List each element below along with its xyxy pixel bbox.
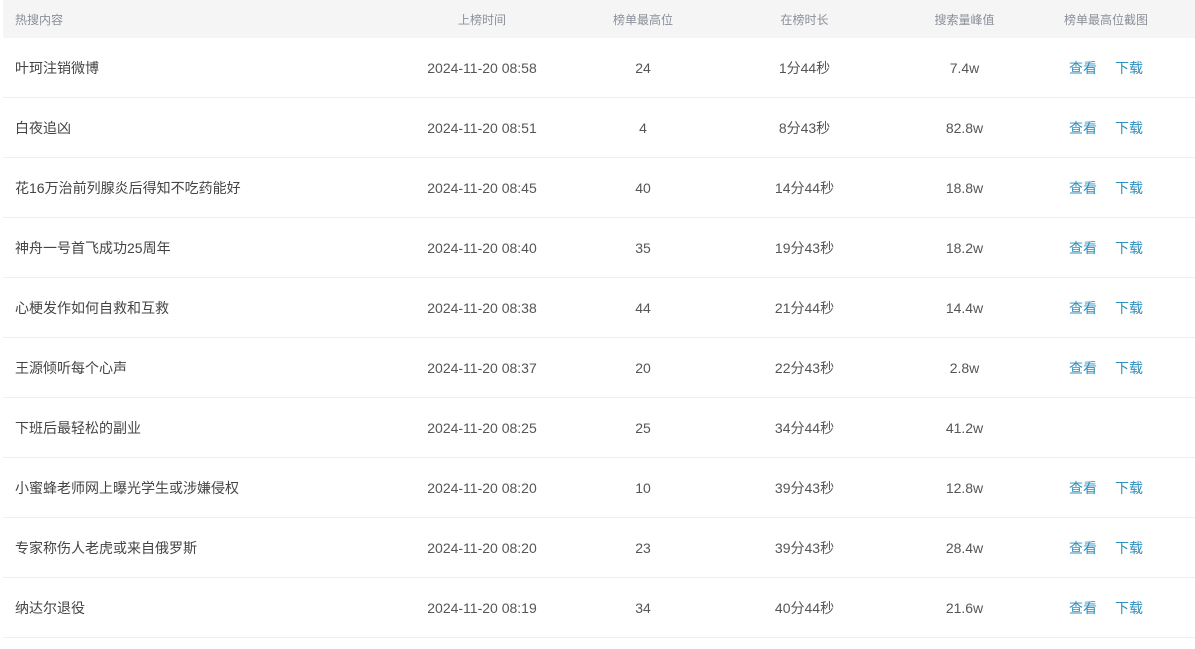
view-link[interactable]: 查看 [1069,118,1097,138]
row-title: 小蜜蜂老师网上曝光学生或涉嫌侵权 [15,479,239,496]
row-actions: 查看 下载 [1017,538,1195,558]
row-title: 心梗发作如何自救和互救 [15,299,169,316]
row-peak: 18.2w [945,239,984,256]
row-duration: 19分43秒 [774,239,835,256]
row-actions: 查看 下载 [1017,238,1195,258]
row-title: 专家称伤人老虎或来自俄罗斯 [15,539,197,556]
table-row: 王源倾听每个心声 2024-11-20 08:37 20 22分43秒 2.8w… [3,338,1195,398]
view-link[interactable]: 查看 [1069,238,1097,258]
row-peak: 7.4w [949,59,980,76]
row-peak: 12.8w [945,479,984,496]
row-actions: 查看 下载 [1017,178,1195,198]
row-actions: 查看 下载 [1017,478,1195,498]
header-rank: 榜单最高位 [612,12,673,27]
view-link[interactable]: 查看 [1069,478,1097,498]
row-rank: 34 [635,599,651,616]
download-link[interactable]: 下载 [1115,298,1143,318]
view-link[interactable]: 查看 [1069,298,1097,318]
row-rank: 35 [635,239,651,256]
row-actions: 查看 下载 [1017,298,1195,318]
table-row: 下班后最轻松的副业 2024-11-20 08:25 25 34分44秒 41.… [3,398,1195,458]
table-row: 神舟一号首飞成功25周年 2024-11-20 08:40 35 19分43秒 … [3,218,1195,278]
row-rank: 24 [635,59,651,76]
row-actions: 查看 下载 [1017,118,1195,138]
row-time: 2024-11-20 08:20 [427,539,537,556]
row-title: 王源倾听每个心声 [15,359,127,376]
row-time: 2024-11-20 08:40 [427,239,537,256]
row-duration: 1分44秒 [778,59,831,76]
row-title: 神舟一号首飞成功25周年 [15,239,171,256]
header-title: 热搜内容 [15,12,64,27]
row-peak: 14.4w [945,299,984,316]
download-link[interactable]: 下载 [1115,538,1143,558]
view-link[interactable]: 查看 [1069,178,1097,198]
row-rank: 4 [639,119,647,136]
row-time: 2024-11-20 08:37 [427,359,537,376]
row-actions: 查看 下载 [1017,358,1195,378]
row-peak: 2.8w [949,359,980,376]
row-title: 叶珂注销微博 [15,59,99,76]
download-link[interactable]: 下载 [1115,598,1143,618]
row-actions: 查看 下载 [1017,58,1195,78]
row-peak: 41.2w [945,419,984,436]
row-title: 花16万治前列腺炎后得知不吃药能好 [15,179,241,196]
download-link[interactable]: 下载 [1115,478,1143,498]
row-time: 2024-11-20 08:20 [427,479,537,496]
view-link[interactable]: 查看 [1069,58,1097,78]
download-link[interactable]: 下载 [1115,238,1143,258]
table-row: 白夜追凶 2024-11-20 08:51 4 8分43秒 82.8w 查看 下载 [3,98,1195,158]
download-link[interactable]: 下载 [1115,58,1143,78]
row-rank: 25 [635,419,651,436]
row-duration: 39分43秒 [774,539,835,556]
row-time: 2024-11-20 08:51 [427,119,537,136]
download-link[interactable]: 下载 [1115,178,1143,198]
table-row: 心梗发作如何自救和互救 2024-11-20 08:38 44 21分44秒 1… [3,278,1195,338]
header-duration: 在榜时长 [780,12,829,27]
row-rank: 44 [635,299,651,316]
table-row: 纳达尔退役 2024-11-20 08:19 34 40分44秒 21.6w 查… [3,578,1195,638]
row-title: 白夜追凶 [15,119,71,136]
header-peak: 搜索量峰值 [934,12,995,27]
view-link[interactable]: 查看 [1069,598,1097,618]
row-duration: 22分43秒 [774,359,835,376]
row-rank: 10 [635,479,651,496]
view-link[interactable]: 查看 [1069,538,1097,558]
row-duration: 39分43秒 [774,479,835,496]
view-link[interactable]: 查看 [1069,358,1097,378]
row-time: 2024-11-20 08:45 [427,179,537,196]
row-actions: 查看 下载 [1017,598,1195,618]
row-time: 2024-11-20 08:19 [427,599,537,616]
row-duration: 14分44秒 [774,179,835,196]
row-time: 2024-11-20 08:38 [427,299,537,316]
table-row: 专家称伤人老虎或来自俄罗斯 2024-11-20 08:20 23 39分43秒… [3,518,1195,578]
row-rank: 40 [635,179,651,196]
table-row: 花16万治前列腺炎后得知不吃药能好 2024-11-20 08:45 40 14… [3,158,1195,218]
row-rank: 23 [635,539,651,556]
row-time: 2024-11-20 08:25 [427,419,537,436]
row-rank: 20 [635,359,651,376]
row-time: 2024-11-20 08:58 [427,59,537,76]
row-duration: 34分44秒 [774,419,835,436]
download-link[interactable]: 下载 [1115,358,1143,378]
hot-search-table: 热搜内容 上榜时间 榜单最高位 在榜时长 搜索量峰值 榜单最高位截图 叶珂注销微… [3,0,1195,638]
download-link[interactable]: 下载 [1115,118,1143,138]
row-title: 纳达尔退役 [15,599,85,616]
row-peak: 28.4w [945,539,984,556]
row-peak: 82.8w [945,119,984,136]
header-time: 上榜时间 [457,12,506,27]
row-duration: 8分43秒 [778,119,831,136]
row-peak: 18.8w [945,179,984,196]
table-row: 叶珂注销微博 2024-11-20 08:58 24 1分44秒 7.4w 查看… [3,38,1195,98]
row-title: 下班后最轻松的副业 [15,419,141,436]
table-header: 热搜内容 上榜时间 榜单最高位 在榜时长 搜索量峰值 榜单最高位截图 [3,0,1195,38]
row-duration: 21分44秒 [774,299,835,316]
row-peak: 21.6w [945,599,984,616]
table-row: 小蜜蜂老师网上曝光学生或涉嫌侵权 2024-11-20 08:20 10 39分… [3,458,1195,518]
row-duration: 40分44秒 [774,599,835,616]
header-screenshot: 榜单最高位截图 [1063,12,1148,27]
